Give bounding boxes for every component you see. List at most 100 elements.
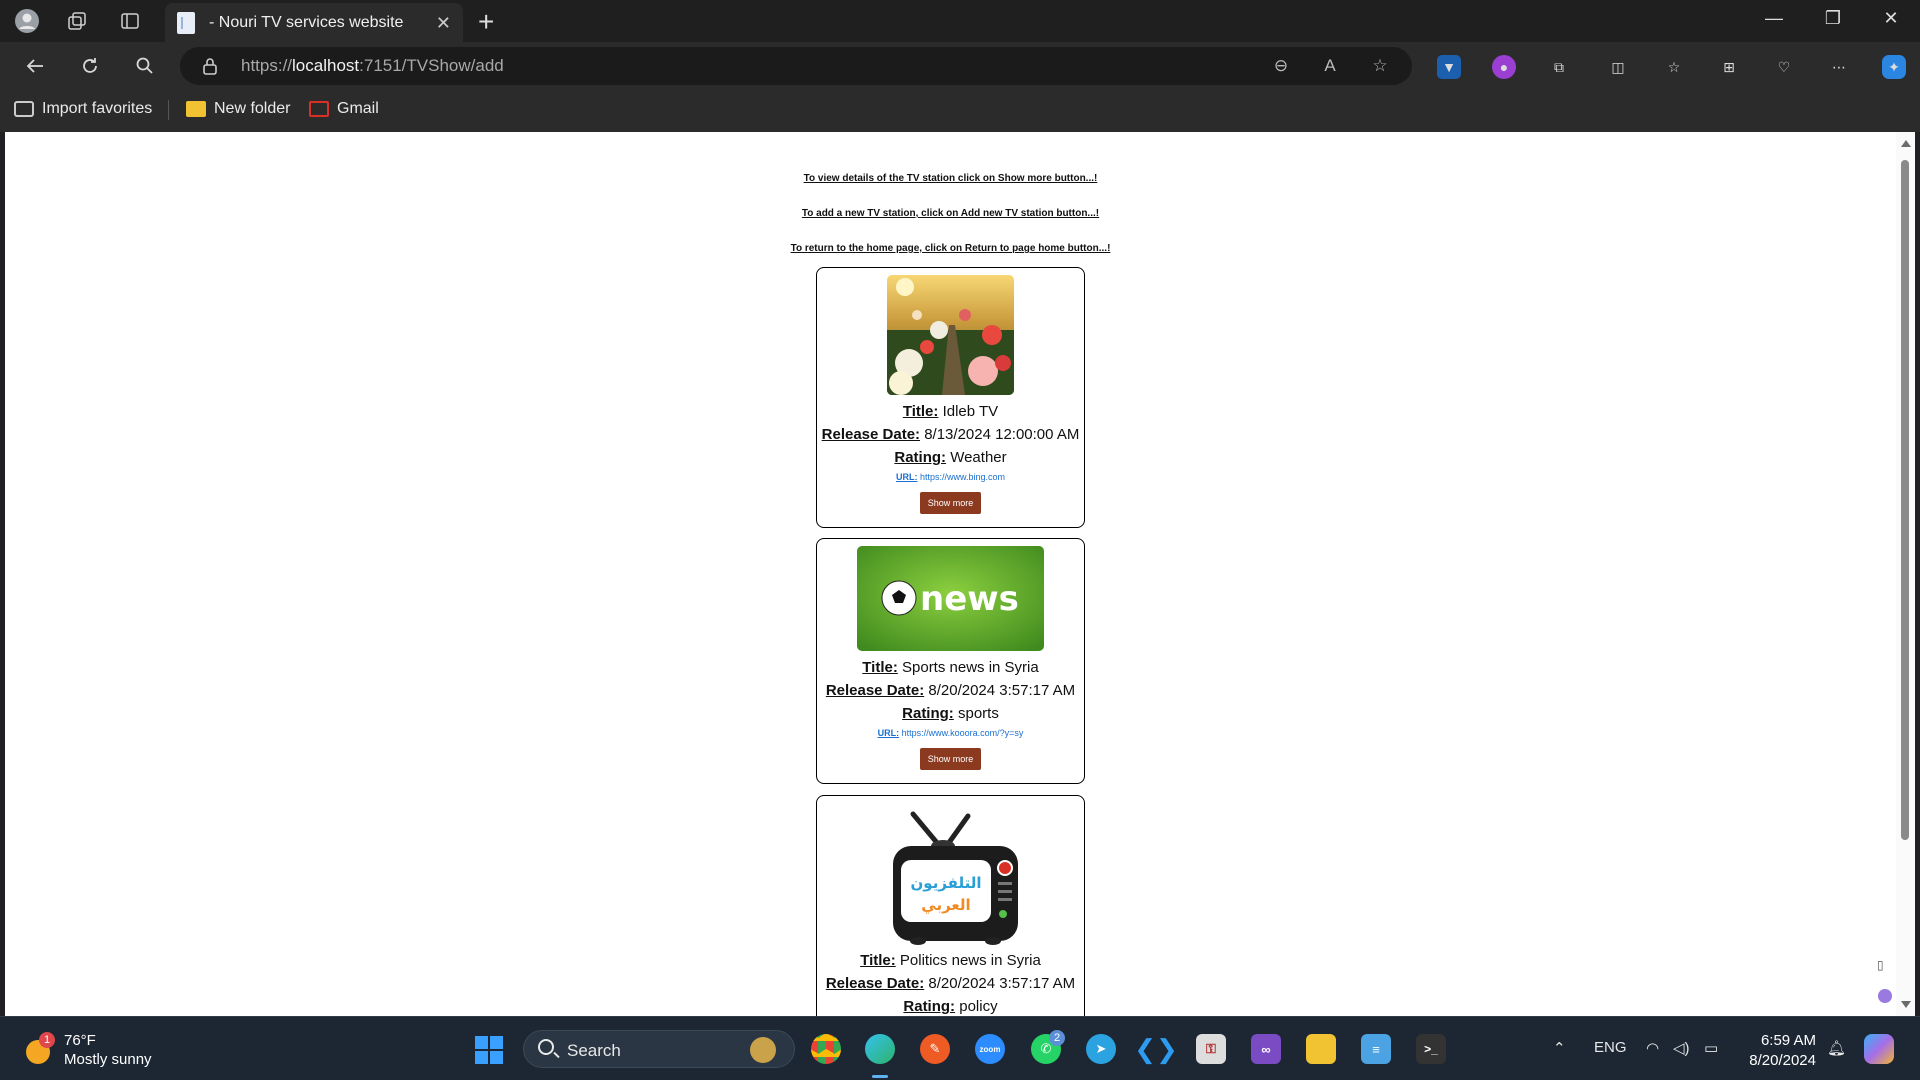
hint-return-home: To return to the home page, click on Ret… <box>790 243 1111 254</box>
wifi-icon[interactable]: ◠ <box>1646 1039 1659 1057</box>
scroll-up-arrow-icon[interactable] <box>1901 140 1911 147</box>
search-icon[interactable] <box>130 52 160 80</box>
zoom-label: zoom <box>979 1044 1001 1054</box>
terminal-icon[interactable]: >_ <box>1416 1034 1446 1064</box>
bookmark-import-favorites[interactable]: Import favorites <box>14 100 152 118</box>
bookmark-label: New folder <box>214 100 291 117</box>
volume-icon[interactable]: ◁) <box>1673 1039 1690 1057</box>
favorites-icon[interactable]: ☆ <box>1662 55 1686 79</box>
favorite-star-icon[interactable]: ☆ <box>1369 56 1391 78</box>
url-label: URL: <box>895 472 918 482</box>
file-explorer-icon[interactable] <box>1306 1034 1336 1064</box>
battery-icon[interactable]: ▭ <box>1704 1039 1718 1057</box>
weather-badge: 1 <box>39 1032 55 1048</box>
import-icon <box>14 101 34 117</box>
bookmark-label: Gmail <box>337 100 379 117</box>
copilot-sidebar-icon[interactable] <box>1878 989 1892 1003</box>
title-label: Title: <box>860 952 896 969</box>
station-url-link[interactable]: https://www.bing.com <box>920 472 1005 482</box>
bookmark-new-folder[interactable]: New folder <box>186 100 290 118</box>
station-title: Idleb TV <box>942 403 999 420</box>
release-date-label: Release Date: <box>825 682 925 699</box>
tab-active[interactable]: - Nouri TV services website ✕ <box>165 3 463 42</box>
new-tab-icon[interactable]: + <box>478 6 494 38</box>
weather-temp: 76°F <box>64 1032 96 1049</box>
profile-avatar-icon[interactable] <box>14 8 40 34</box>
system-clock[interactable]: 6:59 AM 8/20/2024 <box>1746 1031 1816 1071</box>
station-release-line: Release Date: 8/20/2024 3:57:17 AM <box>817 972 1084 995</box>
arabic-tv-text-line2: العربي <box>921 896 970 914</box>
hint-add-station: To add a new TV station, click on Add ne… <box>801 208 1100 219</box>
taskbar-search[interactable]: Search <box>523 1030 795 1068</box>
vscode-icon[interactable]: ❮❯ <box>1134 1034 1178 1064</box>
zoom-out-icon[interactable]: ⊖ <box>1270 56 1292 78</box>
station-card: التلفزيون العربي Title: Politics news in… <box>816 795 1085 1016</box>
browser-essentials-icon[interactable]: ♡ <box>1772 55 1796 79</box>
station-rating: Weather <box>950 449 1007 466</box>
start-windows-icon[interactable] <box>474 1035 504 1065</box>
favorites-bar: Import favorites New folder Gmail <box>0 90 1920 132</box>
station-release-date: 8/13/2024 12:00:00 AM <box>924 426 1080 443</box>
taskbar-search-label: Search <box>567 1041 621 1060</box>
station-image-arabic-tv: التلفزيون العربي <box>883 810 1018 945</box>
back-icon[interactable] <box>20 52 50 80</box>
read-aloud-icon[interactable]: A <box>1319 56 1341 78</box>
station-title-line: Title: Politics news in Syria <box>817 949 1084 972</box>
copilot-taskbar-icon[interactable] <box>1864 1034 1894 1064</box>
show-hidden-icons-icon[interactable]: ⌃ <box>1553 1039 1566 1057</box>
language-indicator[interactable]: ENG <box>1594 1039 1627 1056</box>
station-rating-line: Rating: policy <box>817 995 1084 1016</box>
extensions-icon[interactable]: ⧉ <box>1547 55 1571 79</box>
close-window-icon[interactable]: ✕ <box>1871 8 1911 29</box>
rating-label: Rating: <box>902 705 954 722</box>
bookmark-gmail[interactable]: Gmail <box>309 100 379 118</box>
station-url-line: URL: https://www.kooora.com/?y=sy <box>817 726 1084 740</box>
station-rating: policy <box>959 998 998 1015</box>
show-more-button[interactable]: Show more <box>919 492 982 514</box>
rating-label: Rating: <box>903 998 956 1015</box>
station-title-line: Title: Idleb TV <box>817 400 1084 423</box>
vertical-scrollbar[interactable] <box>1896 132 1915 1016</box>
minimize-icon[interactable]: — <box>1754 8 1794 29</box>
edge-active-indicator <box>872 1075 888 1078</box>
news-image-text: news <box>920 579 1019 619</box>
more-menu-icon[interactable]: ⋯ <box>1827 55 1851 79</box>
edge-icon[interactable] <box>865 1034 895 1064</box>
brain-extension-icon[interactable]: ● <box>1492 55 1516 79</box>
station-release-date: 8/20/2024 3:57:17 AM <box>928 682 1076 699</box>
notifications-bell-icon[interactable]: 🔔︎ <box>1827 1039 1846 1057</box>
lock-icon[interactable] <box>202 57 217 75</box>
scroll-down-arrow-icon[interactable] <box>1901 1001 1911 1008</box>
hint-show-more: To view details of the TV station click … <box>803 173 1098 184</box>
telegram-icon[interactable]: ➤ <box>1086 1034 1116 1064</box>
reading-view-icon[interactable]: ▯ <box>1877 958 1893 974</box>
weather-desc: Mostly sunny <box>64 1051 152 1068</box>
zoom-icon[interactable]: zoom <box>975 1034 1005 1064</box>
station-rating: sports <box>957 705 999 722</box>
ssms-icon[interactable]: ⚿ <box>1196 1034 1226 1064</box>
notepad-icon[interactable]: ≡ <box>1361 1034 1391 1064</box>
whatsapp-badge: 2 <box>1049 1030 1065 1046</box>
copilot-icon[interactable]: ✦ <box>1882 55 1906 79</box>
workspaces-icon[interactable] <box>64 8 90 34</box>
tab-actions-icon[interactable] <box>117 8 143 34</box>
station-title: Politics news in Syria <box>899 952 1041 969</box>
visual-studio-icon[interactable]: ∞ <box>1251 1034 1281 1064</box>
split-screen-icon[interactable]: ◫ <box>1606 55 1630 79</box>
refresh-icon[interactable] <box>75 52 105 80</box>
scrollbar-thumb[interactable] <box>1901 160 1909 840</box>
url-text[interactable]: https://localhost:7151/TVShow/add <box>241 56 504 76</box>
address-bar[interactable]: https://localhost:7151/TVShow/add ⊖ A ☆ <box>180 47 1412 85</box>
station-url-line: URL: https://www.bing.com <box>817 470 1084 484</box>
shield-extension-icon[interactable]: ▼ <box>1437 55 1461 79</box>
clock-time: 6:59 AM <box>1760 1032 1816 1049</box>
collections-icon[interactable]: ⊞ <box>1717 55 1741 79</box>
chrome-icon[interactable] <box>811 1034 841 1064</box>
show-more-button[interactable]: Show more <box>919 748 982 770</box>
navigation-bar: https://localhost:7151/TVShow/add ⊖ A ☆ … <box>0 42 1920 90</box>
restore-icon[interactable]: ❐ <box>1813 8 1853 29</box>
close-tab-icon[interactable]: ✕ <box>436 13 451 34</box>
postman-icon[interactable]: ✎ <box>920 1034 950 1064</box>
station-url-link[interactable]: https://www.kooora.com/?y=sy <box>902 728 1024 738</box>
clock-date: 8/20/2024 <box>1749 1052 1816 1069</box>
